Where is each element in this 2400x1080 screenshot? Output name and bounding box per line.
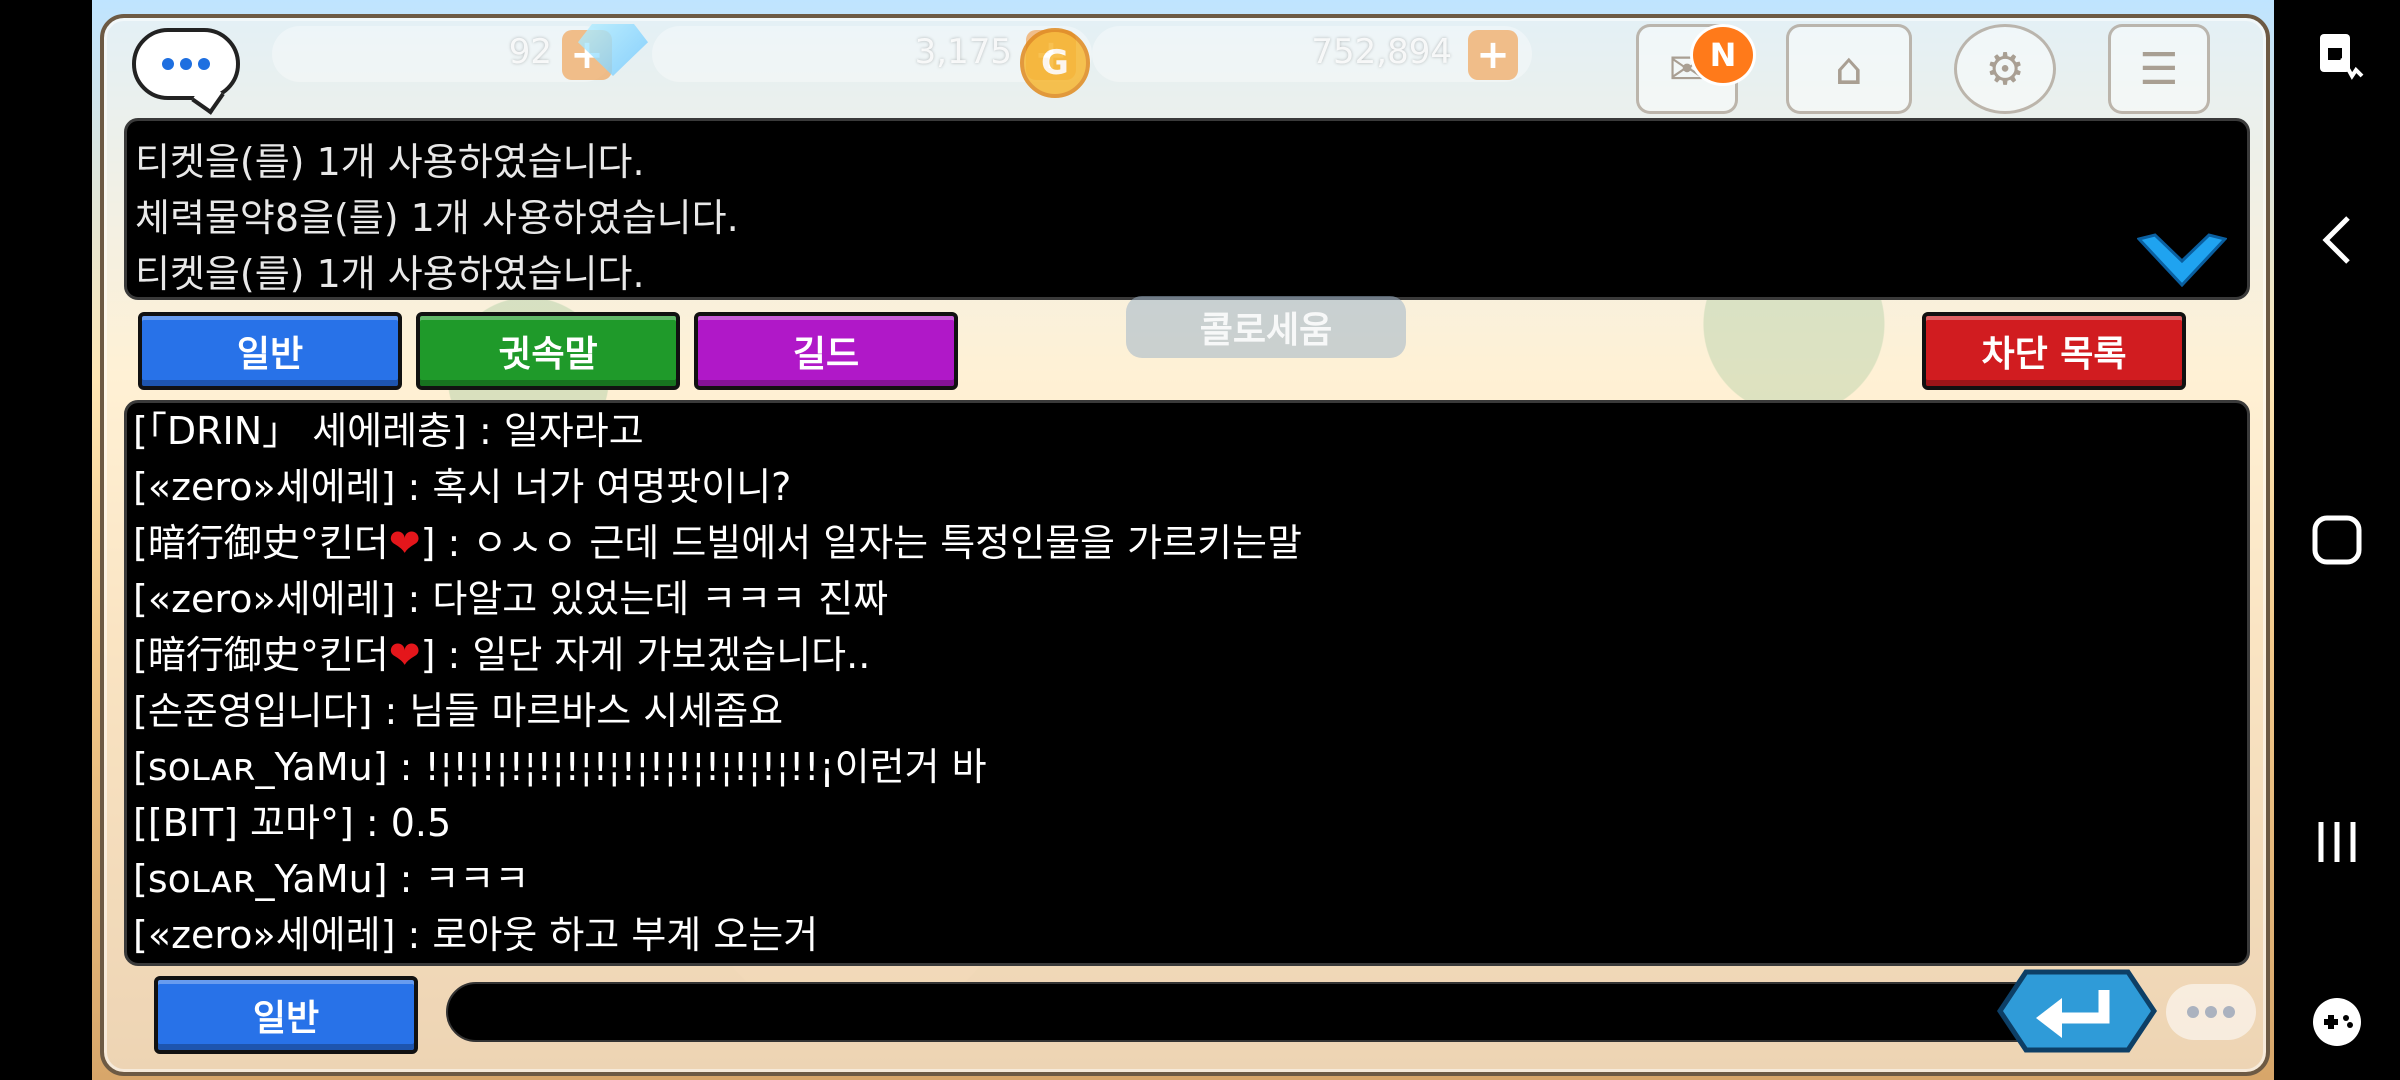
message-text: : !¦!¦!¦!¦!¦!¦!¦!¦!¦!¦!¦!¦!¦!!¡이런거 바 bbox=[387, 745, 987, 789]
tab-general[interactable]: 일반 bbox=[138, 312, 402, 390]
chat-messages-panel[interactable]: [「DRIN」 세에레충] : 일자라고 [«zero»세에레] : 혹시 너가… bbox=[124, 400, 2250, 966]
message-sender[interactable]: [«zero»세에레] bbox=[133, 465, 395, 509]
block-list-button[interactable]: 차단 목록 bbox=[1922, 312, 2186, 390]
message-sender[interactable]: [손준영입니다] bbox=[133, 689, 372, 733]
chat-message: [«zero»세에레] : 혹시 너가 여명팟이니? bbox=[127, 459, 2247, 515]
chat-input[interactable] bbox=[446, 982, 2106, 1042]
screenshot-lock-icon[interactable] bbox=[2274, 28, 2400, 88]
game-tools-icon[interactable] bbox=[2274, 992, 2400, 1052]
message-sender[interactable]: [sᴏʟᴀʀ_YaMu] bbox=[133, 857, 388, 901]
message-text: : 일단 자게 가보겠습니다.. bbox=[435, 633, 871, 677]
dot bbox=[162, 58, 174, 70]
chat-message: [손준영입니다] : 님들 마르바스 시세좀요 bbox=[127, 683, 2247, 739]
energy-value: 92 bbox=[508, 32, 552, 72]
chat-bubble-icon[interactable] bbox=[132, 28, 240, 100]
back-icon[interactable] bbox=[2274, 210, 2400, 270]
chat-message: [[BIT] 꼬마°] : 0.5 bbox=[127, 795, 2247, 851]
gems-value: 3,175 bbox=[914, 32, 1012, 72]
home-icon[interactable] bbox=[2274, 510, 2400, 570]
menu-icon[interactable]: ☰ bbox=[2108, 24, 2210, 114]
dot bbox=[2205, 1006, 2217, 1018]
gold-coin-icon: G bbox=[1020, 28, 1090, 98]
message-sender[interactable]: [暗行御史°킨더 bbox=[133, 521, 389, 565]
android-nav-bar bbox=[2274, 0, 2400, 1080]
dot bbox=[198, 58, 210, 70]
dot bbox=[180, 58, 192, 70]
chat-message: [«zero»세에레] : 다알고 있었는데 ㅋㅋㅋ 진짜 bbox=[127, 571, 2247, 627]
settings-icon[interactable]: ⚙ bbox=[1954, 24, 2056, 114]
system-log-line: 티켓을(를) 1개 사용하였습니다. bbox=[135, 252, 645, 296]
message-text: : 다알고 있었는데 ㅋㅋㅋ 진짜 bbox=[395, 577, 889, 621]
message-sender-end: ] bbox=[420, 633, 436, 677]
channel-select-button[interactable]: 일반 bbox=[154, 976, 418, 1054]
message-sender[interactable]: [«zero»세에레] bbox=[133, 577, 395, 621]
heart-icon: ❤ bbox=[388, 521, 421, 565]
game-viewport: 92 + 3,175 + G 752,894 + ✉ N ⌂ ⚙ ☰ 티켓을(를… bbox=[92, 0, 2274, 1080]
dot bbox=[2187, 1006, 2199, 1018]
tab-guild[interactable]: 길드 bbox=[694, 312, 958, 390]
chat-bubble-icon[interactable] bbox=[2166, 984, 2256, 1040]
chevron-down-icon[interactable] bbox=[2137, 233, 2227, 287]
heart-icon: ❤ bbox=[388, 633, 421, 677]
message-text: : 혹시 너가 여명팟이니? bbox=[395, 465, 792, 509]
system-log-panel: 티켓을(를) 1개 사용하였습니다. 체력물약8을(를) 1개 사용하였습니다.… bbox=[124, 118, 2250, 300]
message-text: : 님들 마르바스 시세좀요 bbox=[372, 689, 784, 733]
message-sender[interactable]: [sᴏʟᴀʀ_YaMu] bbox=[133, 745, 388, 789]
tab-whisper[interactable]: 귓속말 bbox=[416, 312, 680, 390]
message-sender[interactable]: [暗行御史°킨더 bbox=[133, 633, 389, 677]
message-text: : ㅋㅋㅋ bbox=[387, 857, 530, 901]
message-text: : 일자라고 bbox=[466, 409, 644, 453]
chat-message: [暗行御史°킨더❤] : 일단 자게 가보겠습니다.. bbox=[127, 627, 2247, 683]
chat-message: [«zero»세에레] : 로아웃 하고 부계 오는거 bbox=[127, 907, 2247, 963]
message-sender[interactable]: [[BIT] 꼬마°] bbox=[133, 801, 354, 845]
message-sender-end: ] bbox=[420, 521, 436, 565]
chat-message: [sᴏʟᴀʀ_YaMu] : ㅋㅋㅋ bbox=[127, 851, 2247, 907]
message-sender[interactable]: [「DRIN」 세에레충] bbox=[133, 409, 467, 453]
chat-message: [sᴏʟᴀʀ_YaMu] : !¦!¦!¦!¦!¦!¦!¦!¦!¦!¦!¦!¦!… bbox=[127, 739, 2247, 795]
system-log-line: 티켓을(를) 1개 사용하였습니다. bbox=[135, 140, 645, 184]
message-text: : 로아웃 하고 부계 오는거 bbox=[395, 913, 819, 957]
enter-arrow-icon[interactable] bbox=[1996, 968, 2158, 1054]
message-text: : 0.5 bbox=[353, 801, 452, 845]
system-log-line: 체력물약8을(를) 1개 사용하였습니다. bbox=[135, 196, 739, 240]
chat-message: [「DRIN」 세에레충] : 일자라고 bbox=[127, 403, 2247, 459]
add-gold-button[interactable]: + bbox=[1468, 30, 1518, 80]
chat-message: [暗行御史°킨더❤] : ㅇㅅㅇ 근데 드빌에서 일자는 특정인물을 가르키는말 bbox=[127, 515, 2247, 571]
home-icon[interactable]: ⌂ bbox=[1786, 24, 1912, 114]
mail-notification-badge: N bbox=[1690, 24, 1756, 86]
arena-label: 콜로세움 bbox=[1126, 296, 1406, 358]
gold-value: 752,894 bbox=[1311, 32, 1452, 72]
recents-icon[interactable] bbox=[2274, 812, 2400, 872]
message-text: : ㅇㅅㅇ 근데 드빌에서 일자는 특정인물을 가르키는말 bbox=[435, 521, 1302, 565]
dot bbox=[2223, 1006, 2235, 1018]
message-sender[interactable]: [«zero»세에레] bbox=[133, 913, 395, 957]
